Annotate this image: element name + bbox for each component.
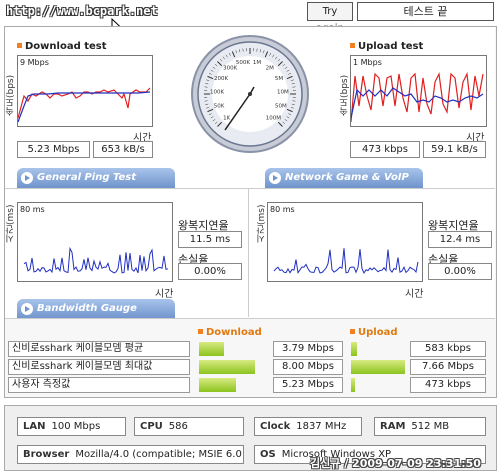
cpu-info: CPU 586 — [134, 417, 244, 436]
game-loss-value: 0.00% — [428, 263, 492, 280]
game-scale: 80 ms — [270, 205, 295, 214]
bandwidth-upload-head-text: Upload — [358, 327, 398, 338]
divider — [5, 318, 495, 319]
ping-scale: 80 ms — [20, 205, 45, 214]
bandwidth-row-label: 신비로sshark 케이블모뎀 평균 — [8, 341, 190, 357]
upload-series-red — [350, 71, 484, 123]
play-icon — [21, 303, 33, 315]
download-bar — [199, 378, 236, 392]
download-value: 3.79 Mbps — [273, 341, 343, 357]
lan-key: LAN — [23, 421, 46, 432]
clock-info: Clock 1837 MHz — [254, 417, 362, 436]
tab-network-game-voip-test[interactable]: Network Game & VoIP Test — [265, 168, 423, 203]
ram-key: RAM — [380, 421, 406, 432]
upload-bar — [351, 342, 357, 356]
ram-info: RAM 512 MB — [374, 417, 486, 436]
download-bar — [199, 360, 255, 374]
ping-y-label: 시간(ms) — [6, 204, 16, 243]
game-x-label: 시간 — [405, 289, 424, 300]
game-graph — [273, 248, 419, 275]
browser-value: Mozilla/4.0 (compatible; MSIE 6.0 — [75, 449, 242, 460]
os-key: OS — [260, 449, 276, 460]
ping-x-label: 시간 — [155, 289, 174, 300]
gauge-label: 1K — [223, 115, 230, 121]
clock-key: Clock — [260, 421, 291, 432]
bullet-icon — [350, 329, 355, 334]
download-speed-mbps: 5.23 Mbps — [17, 141, 90, 158]
ping-series — [23, 246, 169, 274]
upload-speed-kbps: 473 kbps — [350, 141, 420, 158]
divider — [5, 188, 495, 189]
gauge-hub — [248, 92, 252, 96]
upload-bar — [351, 360, 405, 374]
game-chart: 80 ms — [267, 202, 423, 282]
lan-value: 100 Mbps — [51, 421, 101, 432]
bandwidth-row-label: 신비로sshark 케이블모뎀 최대값 — [8, 359, 190, 375]
gauge-label: 50M — [275, 104, 287, 110]
gauge-label: 10M — [277, 90, 289, 96]
watermark: 김신규 / 2009-07-09 23:31:50 — [310, 457, 481, 470]
gauge-label: 100K — [210, 90, 224, 96]
cpu-key: CPU — [140, 421, 163, 432]
browser-key: Browser — [23, 449, 70, 460]
upload-bar — [351, 378, 355, 392]
speed-gauge: 1K 50K 100K 200K 300K500K 1M 2M5M 10M 50M 100M — [191, 35, 309, 153]
ping-rtt-value: 11.5 ms — [178, 231, 242, 248]
gauge-label: 5M — [275, 76, 283, 82]
site-url: http://www.bcpark.net — [6, 4, 158, 18]
play-icon — [21, 172, 33, 184]
bandwidth-row-label: 사용자 측정값 — [8, 377, 190, 393]
browser-info: Browser Mozilla/4.0 (compatible; MSIE 6.0 — [17, 445, 244, 464]
tab-bandwidth-gauge[interactable]: Bandwidth Gauge — [17, 299, 175, 319]
bandwidth-download-head-text: Download — [206, 327, 262, 338]
download-value: 5.23 Mbps — [273, 377, 343, 393]
ram-value: 512 MB — [411, 421, 450, 432]
download-chart: 9 Mbps — [17, 55, 153, 127]
upload-chart: 1 Mbps — [350, 55, 487, 127]
tab-bandwidth-label: Bandwidth Gauge — [37, 303, 137, 314]
play-icon — [269, 172, 281, 184]
clock-value: 1837 MHz — [296, 421, 347, 432]
gauge-label: 500K — [236, 60, 250, 66]
upload-value: 583 kbps — [410, 341, 486, 357]
ping-chart: 80 ms — [17, 202, 173, 282]
ping-loss-value: 0.00% — [178, 263, 242, 280]
test-status-button[interactable]: 테스트 끝 — [357, 2, 494, 21]
upload-value: 473 kbps — [410, 377, 486, 393]
download-y-label: 속도(bps) — [6, 74, 16, 116]
gauge-label: 200K — [214, 76, 228, 82]
top-bar: http://www.bcpark.net Try again 테스트 끝 — [0, 0, 500, 36]
gauge-label: 50K — [214, 104, 225, 110]
download-bar — [199, 342, 224, 356]
bandwidth-download-head: Download — [198, 327, 262, 338]
try-again-button[interactable]: Try again — [307, 2, 353, 34]
bullet-icon — [350, 43, 355, 48]
tab-general-ping-test[interactable]: General Ping Test — [17, 168, 175, 188]
download-value: 8.00 Mbps — [273, 359, 343, 375]
cpu-value: 586 — [168, 421, 188, 432]
bullet-icon — [17, 43, 22, 48]
tab-general-ping-label: General Ping Test — [37, 172, 137, 183]
download-scale: 9 Mbps — [20, 58, 49, 67]
upload-value: 7.66 Mbps — [410, 359, 486, 375]
bandwidth-upload-head: Upload — [350, 327, 397, 338]
upload-title-text: Upload test — [358, 41, 424, 52]
divider — [248, 189, 249, 317]
gauge-label: 2M — [266, 66, 274, 72]
download-speed-kbs: 653 kB/s — [93, 141, 153, 158]
gauge-label: 100M — [266, 115, 281, 121]
upload-title: Upload test — [350, 41, 423, 52]
upload-scale: 1 Mbps — [353, 58, 382, 67]
gauge-label: 1M — [253, 60, 261, 66]
bullet-icon — [198, 329, 203, 334]
game-rtt-value: 12.4 ms — [428, 231, 492, 248]
upload-speed-kbs: 59.1 kB/s — [423, 141, 486, 158]
game-series — [273, 248, 419, 275]
lan-info: LAN 100 Mbps — [17, 417, 126, 436]
ping-graph — [23, 246, 169, 274]
gauge-label: 300K — [223, 66, 237, 72]
download-title: Download test — [17, 41, 107, 52]
download-title-text: Download test — [25, 41, 107, 52]
